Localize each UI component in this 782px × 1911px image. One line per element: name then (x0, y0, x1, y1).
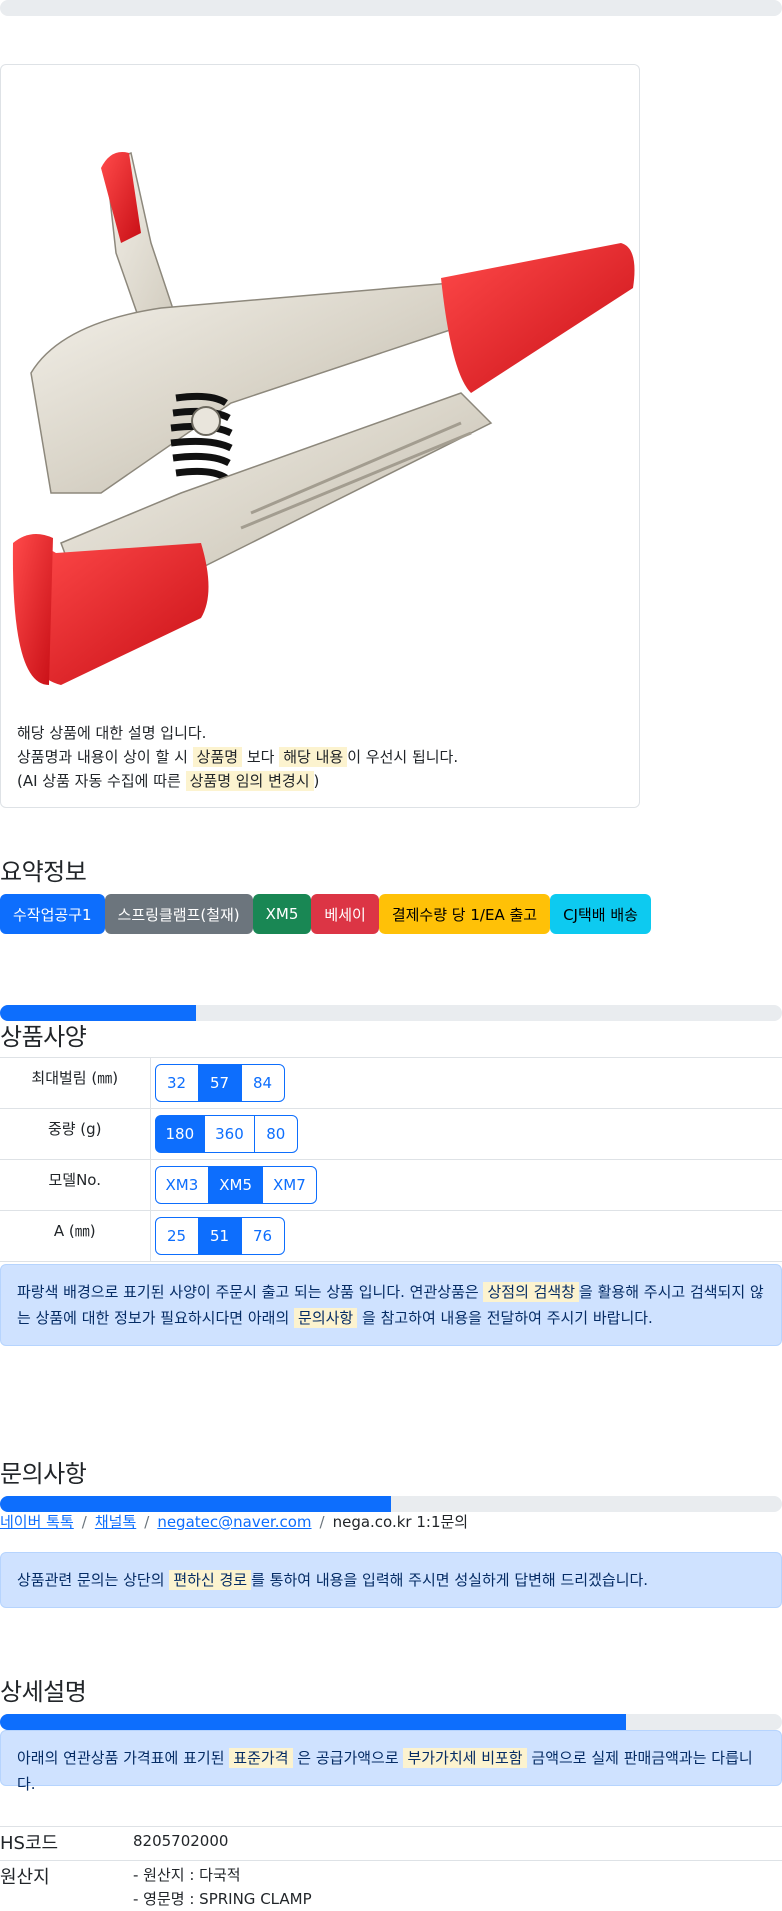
option-button-group: 255176 (155, 1217, 285, 1255)
alert-text: 은 공급가액으로 (297, 1749, 398, 1767)
summary-badge: XM5 (253, 894, 312, 934)
detail-progress-bar (0, 1714, 782, 1730)
detail-progress-fill (0, 1714, 626, 1730)
naver-talk-link[interactable]: 네이버 톡톡 (0, 1513, 74, 1531)
hs-code-row: HS코드 8205702000 (0, 1827, 782, 1861)
highlight-content: 해당 내용 (279, 747, 347, 767)
origin-value: - 원산지 : 다국적 - 영문명 : SPRING CLAMP (133, 1861, 782, 1911)
alert-text: 파랑색 배경으로 표기된 사양이 주문시 출고 되는 상품 입니다. 연관상품은 (17, 1283, 479, 1301)
product-card: 해당 상품에 대한 설명 입니다. 상품명과 내용이 상이 할 시 상품명 보다… (0, 64, 640, 808)
hs-code-label: HS코드 (0, 1827, 133, 1861)
option-button[interactable]: XM3 (155, 1166, 210, 1204)
description-text: 이 우선시 됩니다. (347, 748, 458, 766)
origin-line: - 원산지 : 다국적 (133, 1863, 782, 1887)
specs-title: 상품사양 (0, 1017, 86, 1052)
summary-badge: CJ택배 배송 (550, 894, 651, 934)
option-button-group: XM3XM5XM7 (155, 1166, 317, 1204)
spec-options: 325784 (150, 1058, 782, 1109)
english-name-line: - 영문명 : SPRING CLAMP (133, 1887, 782, 1911)
inquiry-links: 네이버 톡톡 / 채널톡 / negatec@naver.com / nega.co.kr … (0, 1510, 468, 1534)
description-text: (AI 상품 자동 수집에 따른 (17, 772, 181, 790)
product-info-table: HS코드 8205702000 원산지 - 원산지 : 다국적 - 영문명 : … (0, 1826, 782, 1911)
email-link[interactable]: negatec@naver.com (157, 1513, 311, 1531)
summary-title: 요약정보 (0, 852, 86, 887)
summary-badge: 스프링클램프(철재) (105, 894, 253, 934)
highlight-search: 상점의 검색창 (483, 1282, 579, 1302)
spec-row: A (㎜)255176 (0, 1211, 782, 1262)
summary-badge: 결제수량 당 1/EA 출고 (379, 894, 550, 934)
spec-options: 255176 (150, 1211, 782, 1262)
option-button[interactable]: 32 (155, 1064, 199, 1102)
detail-title: 상세설명 (0, 1672, 86, 1707)
spec-options: 18036080 (150, 1109, 782, 1160)
option-button[interactable]: 76 (241, 1217, 285, 1255)
spec-label: 모델No. (0, 1160, 150, 1211)
origin-row: 원산지 - 원산지 : 다국적 - 영문명 : SPRING CLAMP (0, 1861, 782, 1911)
highlight-inquiry: 문의사항 (294, 1308, 357, 1328)
alert-text: 아래의 연관상품 가격표에 표기된 (17, 1749, 225, 1767)
description-text: ) (314, 772, 320, 790)
highlight-vat-excluded: 부가가치세 비포함 (403, 1748, 526, 1768)
description-line1: 해당 상품에 대한 설명 입니다. (17, 724, 206, 742)
detail-alert: 아래의 연관상품 가격표에 표기된 표준가격 은 공급가액으로 부가가치세 비포… (0, 1730, 782, 1786)
description-text: 상품명과 내용이 상이 할 시 (17, 748, 188, 766)
inquiry-title: 문의사항 (0, 1454, 86, 1489)
option-button[interactable]: 84 (241, 1064, 285, 1102)
summary-badges: 수작업공구1스프링클램프(철재)XM5베세이결제수량 당 1/EA 출고CJ택배… (0, 894, 651, 934)
top-progress-bar (0, 0, 782, 16)
hs-code-value: 8205702000 (133, 1827, 782, 1861)
alert-text: 상품관련 문의는 상단의 (17, 1571, 165, 1589)
spring-clamp-image (1, 73, 640, 685)
option-button[interactable]: 360 (204, 1115, 255, 1153)
spec-options: XM3XM5XM7 (150, 1160, 782, 1211)
option-button[interactable]: 51 (198, 1217, 242, 1255)
highlight-route: 편하신 경로 (169, 1570, 251, 1590)
spec-row: 중량 (g)18036080 (0, 1109, 782, 1160)
specs-progress-bar (0, 1005, 782, 1021)
origin-label: 원산지 (0, 1861, 133, 1911)
spec-label: 중량 (g) (0, 1109, 150, 1160)
option-button[interactable]: XM5 (208, 1166, 263, 1204)
alert-text: 를 통하여 내용을 입력해 주시면 성실하게 답변해 드리겠습니다. (251, 1571, 648, 1589)
option-button[interactable]: 25 (155, 1217, 199, 1255)
option-button-group: 325784 (155, 1064, 285, 1102)
separator: / (320, 1513, 325, 1531)
option-button[interactable]: 180 (155, 1115, 206, 1153)
spec-table: 최대벌림 (㎜)325784중량 (g)18036080모델No.XM3XM5X… (0, 1057, 782, 1262)
inquiry-alert: 상품관련 문의는 상단의 편하신 경로를 통하여 내용을 입력해 주시면 성실하… (0, 1552, 782, 1608)
highlight-product-name: 상품명 (193, 747, 242, 767)
summary-badge: 수작업공구1 (0, 894, 105, 934)
option-button[interactable]: 57 (198, 1064, 242, 1102)
site-inquiry-text: nega.co.kr 1:1문의 (333, 1513, 469, 1531)
summary-badge: 베세이 (311, 894, 378, 934)
highlight-name-change: 상품명 임의 변경시 (186, 771, 314, 791)
product-description: 해당 상품에 대한 설명 입니다. 상품명과 내용이 상이 할 시 상품명 보다… (17, 721, 458, 793)
spec-row: 모델No.XM3XM5XM7 (0, 1160, 782, 1211)
highlight-standard-price: 표준가격 (229, 1748, 292, 1768)
spec-label: A (㎜) (0, 1211, 150, 1262)
spec-row: 최대벌림 (㎜)325784 (0, 1058, 782, 1109)
separator: / (82, 1513, 87, 1531)
specs-alert: 파랑색 배경으로 표기된 사양이 주문시 출고 되는 상품 입니다. 연관상품은… (0, 1264, 782, 1346)
option-button[interactable]: XM7 (262, 1166, 317, 1204)
option-button-group: 18036080 (155, 1115, 298, 1153)
alert-text: 을 참고하여 내용을 전달하여 주시기 바랍니다. (362, 1309, 653, 1327)
channel-talk-link[interactable]: 채널톡 (95, 1513, 136, 1531)
separator: / (144, 1513, 149, 1531)
option-button[interactable]: 80 (254, 1115, 298, 1153)
spec-label: 최대벌림 (㎜) (0, 1058, 150, 1109)
description-text: 보다 (247, 748, 275, 766)
